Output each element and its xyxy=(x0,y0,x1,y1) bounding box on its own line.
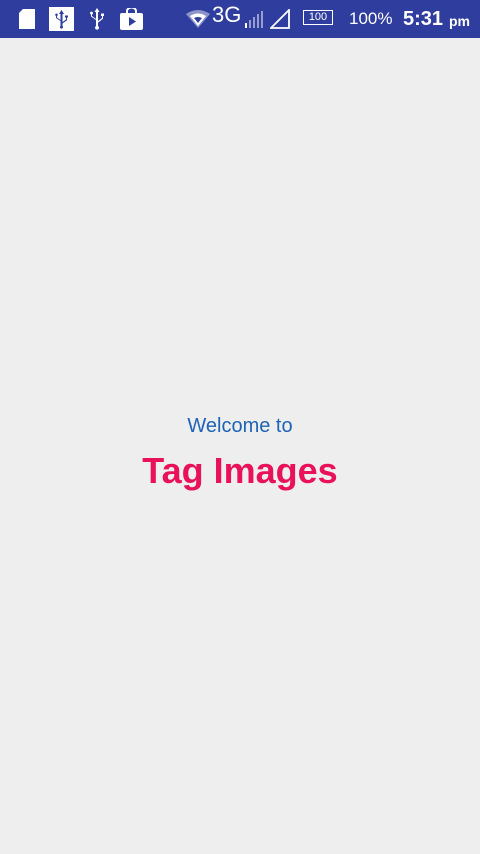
wifi-icon xyxy=(186,7,210,31)
splash-screen: Welcome to Tag Images xyxy=(0,38,480,854)
welcome-text: Welcome to xyxy=(187,415,293,437)
cell-signal-icon xyxy=(270,7,290,31)
usb-debug-icon xyxy=(49,7,74,31)
usb-icon xyxy=(87,7,107,31)
clock-ampm: pm xyxy=(449,13,470,29)
app-title: Tag Images xyxy=(142,450,338,491)
battery-icon: 100 xyxy=(303,10,333,25)
network-type-label: 3G xyxy=(212,2,242,27)
status-bar: 3G 100 100% 5:31 pm xyxy=(0,0,480,38)
play-store-icon xyxy=(120,7,143,31)
sd-card-icon xyxy=(18,7,36,31)
signal-icon xyxy=(244,7,264,31)
battery-percent: 100% xyxy=(349,9,393,28)
clock-time: 5:31 xyxy=(403,8,444,30)
